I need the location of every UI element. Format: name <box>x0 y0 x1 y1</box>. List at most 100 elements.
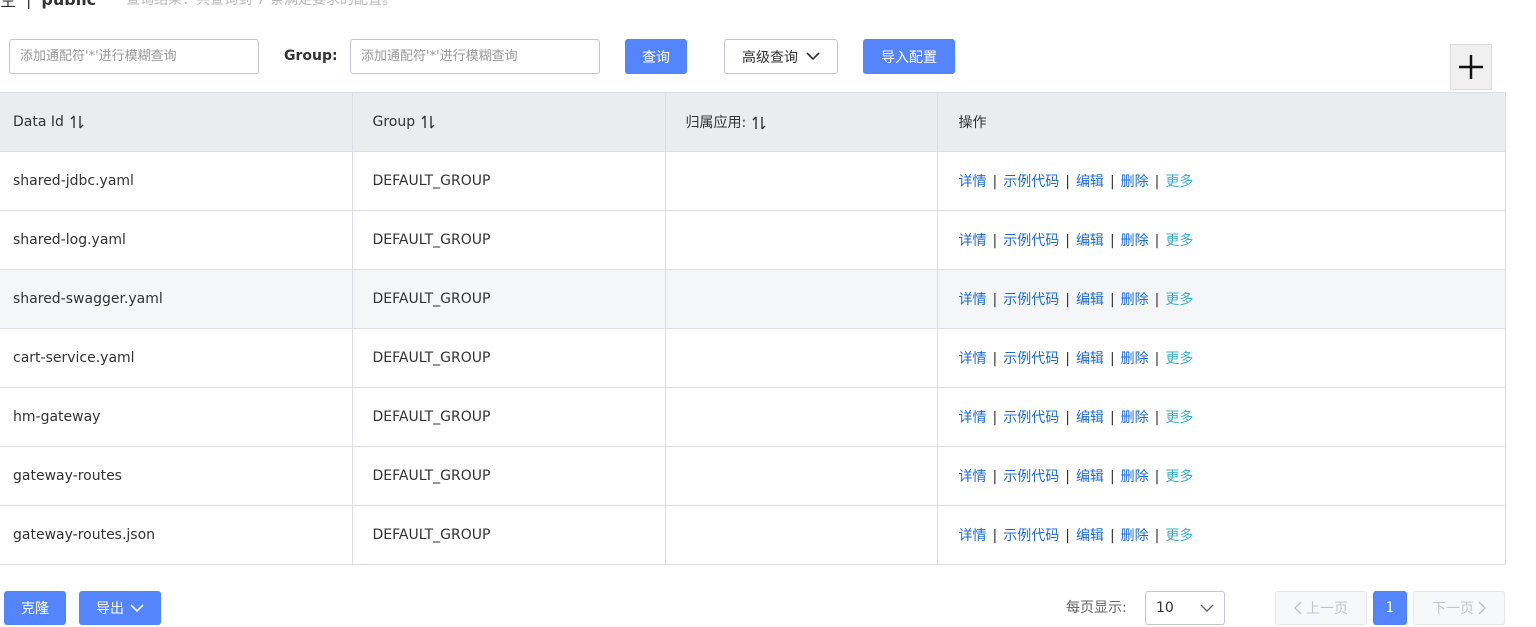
sample-code-link[interactable]: 示例代码 <box>1003 174 1059 190</box>
next-page-button[interactable]: 下一页 <box>1413 591 1505 625</box>
chevron-left-icon <box>1294 601 1302 615</box>
detail-link[interactable]: 详情 <box>959 528 987 544</box>
more-link[interactable]: 更多 <box>1165 292 1193 308</box>
more-link[interactable]: 更多 <box>1165 351 1193 367</box>
cell-group: DEFAULT_GROUP <box>352 269 666 329</box>
clone-button[interactable]: 克隆 <box>4 591 66 625</box>
more-link[interactable]: 更多 <box>1165 174 1193 190</box>
cell-operations: 详情 | 示例代码 | 编辑 | 删除 | 更多 <box>937 505 1506 565</box>
dataid-search-input[interactable] <box>9 39 259 74</box>
edit-link[interactable]: 编辑 <box>1076 351 1104 367</box>
cell-dataid: shared-swagger.yaml <box>0 269 353 329</box>
more-link[interactable]: 更多 <box>1165 528 1193 544</box>
op-separator: | <box>992 410 998 426</box>
table-row: shared-log.yaml DEFAULT_GROUP 详情 | 示例代码 | 编辑 | 删… <box>0 210 1506 270</box>
detail-link[interactable]: 详情 <box>959 292 987 308</box>
edit-link[interactable]: 编辑 <box>1076 410 1104 426</box>
column-header-group[interactable]: Group <box>352 92 666 152</box>
cell-dataid: gateway-routes.json <box>0 505 353 565</box>
more-link[interactable]: 更多 <box>1165 469 1193 485</box>
cell-operations: 详情 | 示例代码 | 编辑 | 删除 | 更多 <box>937 151 1506 211</box>
delete-link[interactable]: 删除 <box>1121 233 1149 249</box>
op-separator: | <box>992 469 998 485</box>
cell-app <box>665 151 938 211</box>
detail-link[interactable]: 详情 <box>959 233 987 249</box>
delete-link[interactable]: 删除 <box>1121 292 1149 308</box>
cell-operations: 详情 | 示例代码 | 编辑 | 删除 | 更多 <box>937 387 1506 447</box>
more-link[interactable]: 更多 <box>1165 410 1193 426</box>
sample-code-link[interactable]: 示例代码 <box>1003 410 1059 426</box>
cell-operations: 详情 | 示例代码 | 编辑 | 删除 | 更多 <box>937 328 1506 388</box>
op-separator: | <box>1109 351 1115 367</box>
chevron-down-icon <box>1200 604 1214 612</box>
cell-dataid: hm-gateway <box>0 387 353 447</box>
table-row: gateway-routes DEFAULT_GROUP 详情 | 示例代码 | 编辑 | 删除… <box>0 446 1506 506</box>
sample-code-link[interactable]: 示例代码 <box>1003 528 1059 544</box>
op-separator: | <box>1065 292 1070 308</box>
delete-link[interactable]: 删除 <box>1121 528 1149 544</box>
query-button[interactable]: 查询 <box>625 39 687 74</box>
edit-link[interactable]: 编辑 <box>1076 233 1104 249</box>
group-search-input[interactable] <box>350 39 600 74</box>
detail-link[interactable]: 详情 <box>959 469 987 485</box>
advanced-query-button[interactable]: 高级查询 <box>724 39 838 74</box>
cell-app <box>665 328 938 388</box>
edit-link[interactable]: 编辑 <box>1076 469 1104 485</box>
op-separator: | <box>992 351 998 367</box>
sample-code-link[interactable]: 示例代码 <box>1003 233 1059 249</box>
delete-link[interactable]: 删除 <box>1121 174 1149 190</box>
sort-icon[interactable] <box>752 115 766 131</box>
op-separator: | <box>1154 174 1160 190</box>
plus-icon <box>1459 55 1483 79</box>
op-separator: | <box>992 292 998 308</box>
prev-page-label: 上一页 <box>1306 601 1348 617</box>
table-header-row: Data Id Group 归属应用: 操作 <box>0 92 1506 152</box>
cell-app <box>665 446 938 506</box>
op-separator: | <box>1109 528 1115 544</box>
column-header-app[interactable]: 归属应用: <box>665 92 938 152</box>
op-separator: | <box>1154 528 1160 544</box>
namespace-name: public <box>41 0 96 9</box>
page-number-current[interactable]: 1 <box>1373 591 1407 625</box>
edit-link[interactable]: 编辑 <box>1076 292 1104 308</box>
detail-link[interactable]: 详情 <box>959 174 987 190</box>
sample-code-link[interactable]: 示例代码 <box>1003 351 1059 367</box>
table-row: gateway-routes.json DEFAULT_GROUP 详情 | 示例代码 |… <box>0 505 1506 565</box>
op-separator: | <box>1109 233 1115 249</box>
create-config-button[interactable] <box>1450 44 1492 90</box>
op-separator: | <box>1065 528 1070 544</box>
prev-page-button[interactable]: 上一页 <box>1275 591 1367 625</box>
more-link[interactable]: 更多 <box>1165 233 1193 249</box>
delete-link[interactable]: 删除 <box>1121 351 1149 367</box>
cell-dataid: gateway-routes <box>0 446 353 506</box>
sort-icon[interactable] <box>421 114 435 130</box>
cell-app <box>665 269 938 329</box>
detail-link[interactable]: 详情 <box>959 410 987 426</box>
chevron-down-icon <box>806 52 820 61</box>
cell-group: DEFAULT_GROUP <box>352 387 666 447</box>
sort-icon[interactable] <box>70 114 84 130</box>
cell-dataid: shared-log.yaml <box>0 210 353 270</box>
edit-link[interactable]: 编辑 <box>1076 528 1104 544</box>
namespace-separator: | <box>26 0 31 9</box>
cell-group: DEFAULT_GROUP <box>352 328 666 388</box>
op-separator: | <box>1154 410 1160 426</box>
cell-operations: 详情 | 示例代码 | 编辑 | 删除 | 更多 <box>937 210 1506 270</box>
sample-code-link[interactable]: 示例代码 <box>1003 292 1059 308</box>
op-separator: | <box>1065 351 1070 367</box>
edit-link[interactable]: 编辑 <box>1076 174 1104 190</box>
sample-code-link[interactable]: 示例代码 <box>1003 469 1059 485</box>
delete-link[interactable]: 删除 <box>1121 410 1149 426</box>
table-row: hm-gateway DEFAULT_GROUP 详情 | 示例代码 | 编辑 | 删除 | 更多 <box>0 387 1506 447</box>
op-separator: | <box>1065 174 1070 190</box>
namespace-prefix: 空 <box>0 0 17 10</box>
detail-link[interactable]: 详情 <box>959 351 987 367</box>
column-header-dataid[interactable]: Data Id <box>0 92 353 152</box>
op-separator: | <box>1154 292 1160 308</box>
delete-link[interactable]: 删除 <box>1121 469 1149 485</box>
op-separator: | <box>1154 469 1160 485</box>
export-button[interactable]: 导出 <box>79 591 161 625</box>
page-size-select[interactable]: 10 <box>1145 591 1225 625</box>
import-config-button[interactable]: 导入配置 <box>863 39 955 74</box>
cell-operations: 详情 | 示例代码 | 编辑 | 删除 | 更多 <box>937 269 1506 329</box>
